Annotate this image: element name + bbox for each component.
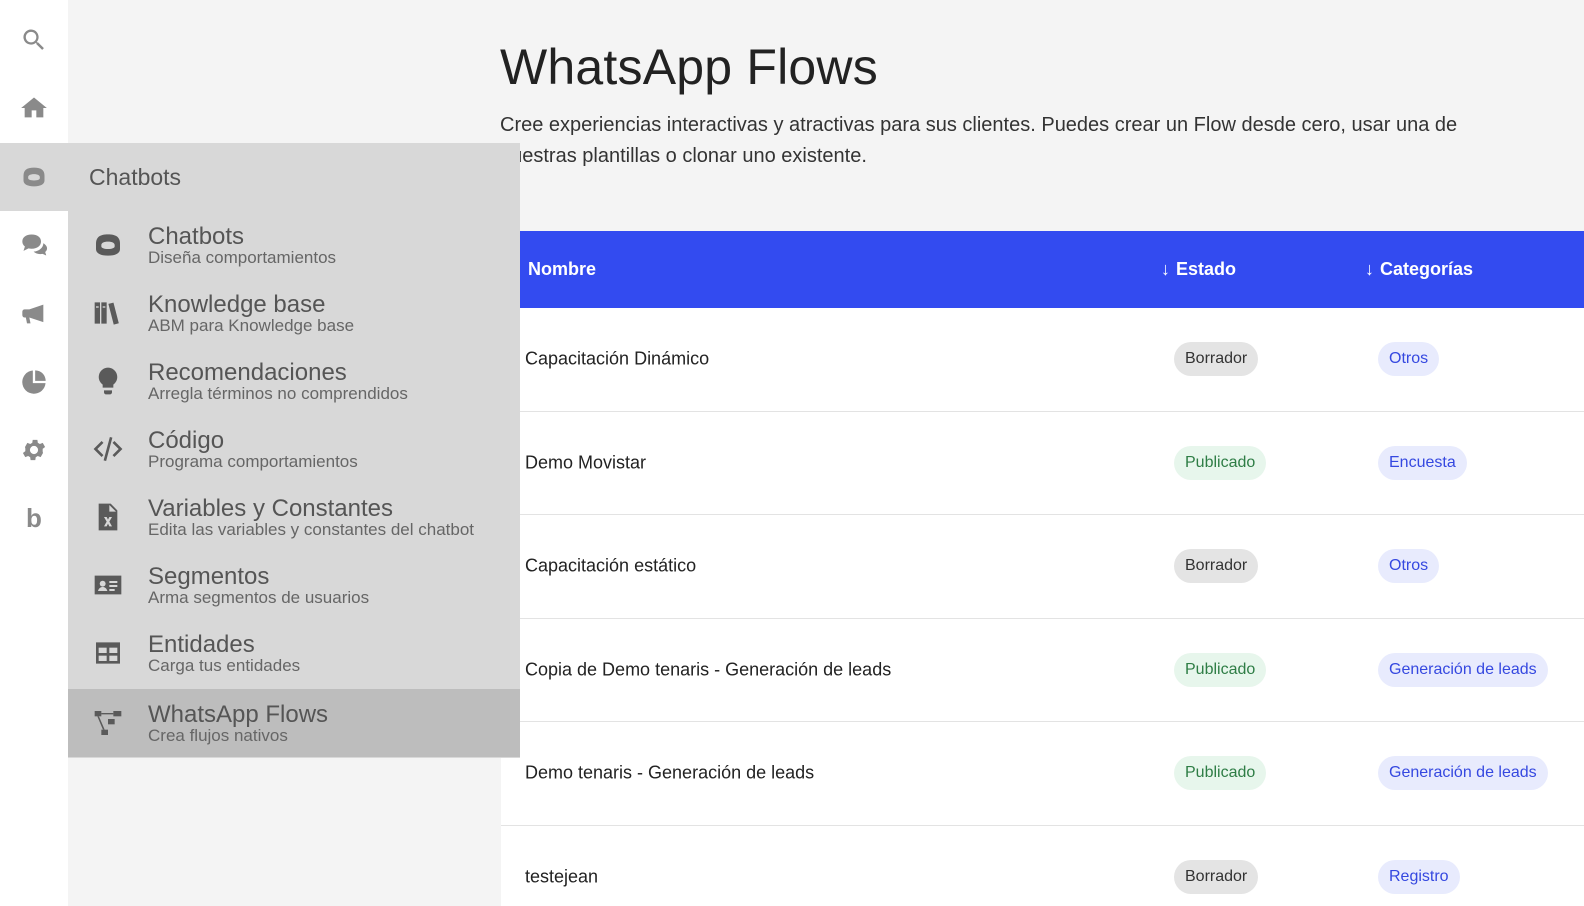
submenu-item-subtitle: Arma segmentos de usuarios xyxy=(148,588,370,607)
category-badge: Otros xyxy=(1378,342,1440,377)
books-icon xyxy=(90,295,126,331)
category-badge: Registro xyxy=(1378,859,1460,894)
rail-analytics[interactable] xyxy=(0,348,68,416)
status-badge: Publicado xyxy=(1174,756,1267,791)
chat-icon xyxy=(22,234,48,256)
gear-icon xyxy=(22,439,46,461)
lightbulb-icon xyxy=(90,363,126,399)
flow-name[interactable]: Copia de Demo tenaris - Generación de le… xyxy=(525,659,891,680)
column-header-nombre[interactable]: ↓ Nombre xyxy=(513,259,596,280)
submenu-title: Chatbots xyxy=(89,163,182,190)
sort-arrow-icon: ↓ xyxy=(1365,259,1374,279)
category-badge: Generación de leads xyxy=(1378,756,1548,791)
submenu-item-variables[interactable]: Variables y Constantes Edita las variabl… xyxy=(68,483,520,551)
submenu-header: Chatbots xyxy=(68,143,520,211)
pie-chart-icon xyxy=(22,370,46,394)
submenu-item-title: Variables y Constantes xyxy=(148,495,394,522)
category-badge: Generación de leads xyxy=(1378,652,1548,687)
submenu-item-subtitle: Programa comportamientos xyxy=(148,452,358,471)
flows-table: ↓ Nombre ↓ Estado ↓ Categorías Capacitac… xyxy=(501,231,1584,906)
table-row[interactable]: testejean Borrador Registro xyxy=(501,825,1584,906)
icon-rail: b xyxy=(0,0,68,906)
table-row[interactable]: Demo Movistar Publicado Encuesta xyxy=(501,411,1584,515)
category-badge: Encuesta xyxy=(1378,445,1467,480)
submenu-item-chatbots[interactable]: Chatbots Diseña comportamientos xyxy=(68,211,520,279)
status-badge: Borrador xyxy=(1174,549,1259,584)
flow-name[interactable]: Capacitación estático xyxy=(525,556,696,577)
category-badge: Otros xyxy=(1378,549,1440,584)
submenu-item-whatsapp-flows[interactable]: WhatsApp Flows Crea flujos nativos xyxy=(68,689,520,757)
chatbots-submenu: Chatbots Diseña comportamientos Knowledg… xyxy=(68,211,520,758)
table-row[interactable]: Demo tenaris - Generación de leads Publi… xyxy=(501,722,1584,826)
id-card-icon xyxy=(90,567,126,603)
status-badge: Publicado xyxy=(1174,445,1267,480)
submenu-item-title: Código xyxy=(148,427,225,454)
robot-icon xyxy=(90,227,126,263)
home-icon xyxy=(21,97,47,118)
submenu-item-title: WhatsApp Flows xyxy=(148,701,329,728)
column-header-categorias[interactable]: ↓ Categorías xyxy=(1365,259,1473,280)
b-logo-icon: b xyxy=(26,502,42,533)
rail-chatbots[interactable] xyxy=(0,143,68,211)
submenu-item-knowledge-base[interactable]: Knowledge base ABM para Knowledge base xyxy=(68,279,520,347)
rail-home[interactable] xyxy=(0,74,68,142)
submenu-item-subtitle: Crea flujos nativos xyxy=(148,726,288,745)
submenu-item-title: Knowledge base xyxy=(148,291,326,318)
rail-campaigns[interactable] xyxy=(0,280,68,348)
table-row[interactable]: Capacitación Dinámico Borrador Otros xyxy=(501,308,1584,412)
submenu-item-title: Recomendaciones xyxy=(148,359,347,386)
submenu-item-title: Segmentos xyxy=(148,563,270,590)
table-header: ↓ Nombre ↓ Estado ↓ Categorías xyxy=(501,231,1584,308)
submenu-item-subtitle: Diseña comportamientos xyxy=(148,248,337,267)
rail-brand[interactable]: b xyxy=(0,484,68,552)
submenu-item-subtitle: ABM para Knowledge base xyxy=(148,316,355,335)
flow-name[interactable]: Demo tenaris - Generación de leads xyxy=(525,763,814,784)
submenu-item-subtitle: Carga tus entidades xyxy=(148,656,301,675)
page-description: Cree experiencias interactivas y atracti… xyxy=(500,114,1458,167)
status-badge: Borrador xyxy=(1174,342,1259,377)
robot-icon xyxy=(23,167,45,187)
flow-name[interactable]: Capacitación Dinámico xyxy=(525,349,709,370)
submenu-item-entidades[interactable]: Entidades Carga tus entidades xyxy=(68,619,520,687)
flow-name[interactable]: testejean xyxy=(525,866,598,887)
submenu-item-title: Entidades xyxy=(148,631,255,658)
megaphone-icon xyxy=(22,304,44,324)
rail-settings[interactable] xyxy=(0,416,68,484)
flow-icon xyxy=(90,705,126,741)
submenu-item-segmentos[interactable]: Segmentos Arma segmentos de usuarios xyxy=(68,551,520,619)
submenu-item-codigo[interactable]: Código Programa comportamientos xyxy=(68,415,520,483)
variable-file-icon xyxy=(90,499,126,535)
submenu-item-subtitle: Arregla términos no comprendidos xyxy=(148,384,408,403)
table-row[interactable]: Capacitación estático Borrador Otros xyxy=(501,515,1584,619)
submenu-item-recomendaciones[interactable]: Recomendaciones Arregla términos no comp… xyxy=(68,347,520,415)
rail-search[interactable] xyxy=(0,6,68,74)
column-header-estado[interactable]: ↓ Estado xyxy=(1161,259,1236,280)
status-badge: Publicado xyxy=(1174,652,1267,687)
code-icon xyxy=(90,431,126,467)
table-icon xyxy=(90,635,126,671)
flow-name[interactable]: Demo Movistar xyxy=(525,452,646,473)
page-title: WhatsApp Flows xyxy=(500,39,878,95)
search-icon xyxy=(23,29,44,50)
sort-arrow-icon: ↓ xyxy=(1161,259,1170,279)
submenu-item-title: Chatbots xyxy=(148,223,245,250)
rail-chat[interactable] xyxy=(0,211,68,279)
status-badge: Borrador xyxy=(1174,859,1259,894)
submenu-item-subtitle: Edita las variables y constantes del cha… xyxy=(148,520,475,539)
table-row[interactable]: Copia de Demo tenaris - Generación de le… xyxy=(501,618,1584,722)
